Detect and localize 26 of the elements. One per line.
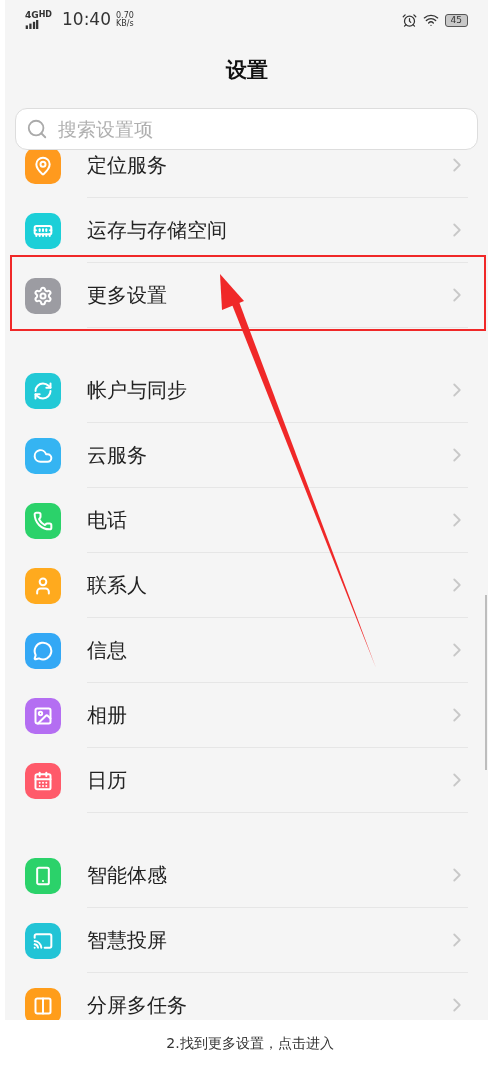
battery-indicator: 45 — [444, 13, 468, 27]
setting-label[interactable]: 运存与存储空间 — [87, 215, 446, 245]
setting-label[interactable]: 电话 — [87, 505, 446, 535]
wifi-icon — [422, 12, 439, 28]
network-hd-label: HD — [38, 11, 52, 19]
page-title: 设置 — [225, 57, 268, 85]
setting-label[interactable]: 相册 — [87, 700, 446, 730]
search-icon — [26, 118, 48, 140]
setting-label[interactable]: 分屏多任务 — [87, 990, 446, 1020]
setting-label[interactable]: 信息 — [87, 635, 446, 665]
setting-label[interactable]: 云服务 — [87, 440, 446, 470]
search-field[interactable]: 搜索设置项 — [15, 108, 478, 150]
setting-label[interactable]: 智能体感 — [87, 860, 446, 890]
setting-label[interactable]: 智慧投屏 — [87, 925, 446, 955]
status-time: 10:40 — [62, 8, 111, 32]
setting-label[interactable]: 帐户与同步 — [87, 375, 446, 405]
network-type: 4G — [25, 11, 39, 20]
speed-unit: KB/s — [116, 20, 134, 28]
setting-label[interactable]: 联系人 — [87, 570, 446, 600]
alarm-icon — [401, 12, 417, 28]
signal-icon — [25, 20, 39, 29]
caption: 2.找到更多设置，点击进入 — [166, 1033, 334, 1053]
network-speed: 0.70 — [116, 12, 134, 20]
setting-label[interactable]: 日历 — [87, 765, 446, 795]
setting-label[interactable]: 更多设置 — [87, 280, 446, 310]
setting-label[interactable]: 定位服务 — [87, 150, 446, 180]
